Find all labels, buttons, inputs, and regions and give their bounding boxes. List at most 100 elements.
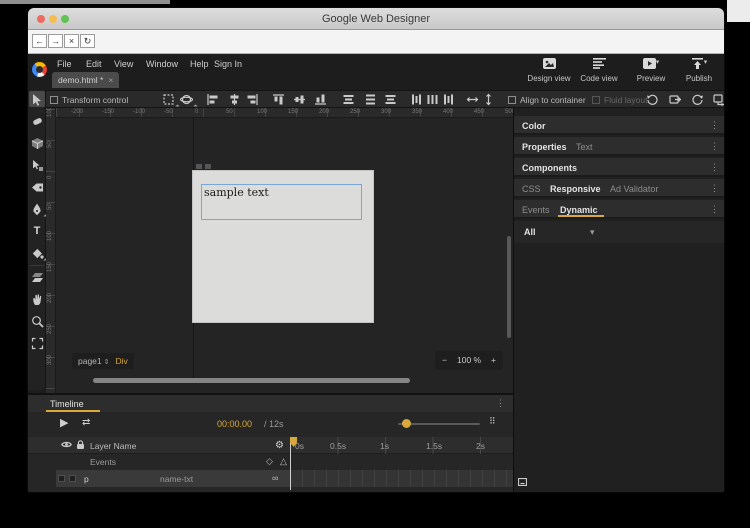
color-panel-header[interactable]: Color ⋮ <box>514 116 724 135</box>
breadcrumb[interactable]: page1⇕ Div <box>72 353 134 369</box>
menu-sign-in[interactable]: Sign In <box>214 59 242 69</box>
properties-panel-menu-icon[interactable]: ⋮ <box>710 141 719 152</box>
match-height-icon[interactable] <box>482 93 497 107</box>
paste-in-place-icon[interactable] <box>668 93 683 107</box>
3d-object-rotate-tool[interactable] <box>29 135 45 151</box>
loop-icon[interactable]: ⇄ <box>82 417 90 428</box>
align-bottom-edge-icon[interactable] <box>314 93 329 107</box>
tag-tool[interactable] <box>29 179 45 195</box>
tab-close-icon[interactable]: × <box>108 75 113 85</box>
playhead-line[interactable] <box>290 437 291 490</box>
color-panel-menu-icon[interactable]: ⋮ <box>710 120 719 131</box>
fullscreen-tool[interactable] <box>29 335 45 351</box>
text-tool[interactable]: T <box>29 223 45 239</box>
menu-edit[interactable]: Edit <box>86 59 102 69</box>
distribute-top-icon[interactable] <box>342 93 357 107</box>
horizontal-scrollbar[interactable] <box>93 378 410 383</box>
tab-responsive[interactable]: Responsive <box>550 184 601 194</box>
components-panel-menu-icon[interactable]: ⋮ <box>710 162 719 173</box>
distribute-left-icon[interactable] <box>410 93 425 107</box>
distribute-right-icon[interactable] <box>442 93 457 107</box>
tab-dynamic[interactable]: Dynamic <box>560 205 598 215</box>
tab-events[interactable]: Events <box>522 205 550 215</box>
event-trigger-icon[interactable]: △ <box>280 456 287 467</box>
filter-all-dropdown[interactable]: All <box>524 227 536 237</box>
lock-icon[interactable] <box>76 440 85 452</box>
timeline-zoom-knob[interactable] <box>402 419 411 428</box>
components-panel-header[interactable]: Components ⋮ <box>514 158 724 177</box>
gear-icon[interactable]: ⚙ <box>275 440 284 451</box>
timeline-menu-icon[interactable]: ⋮ <box>496 398 505 409</box>
free-transform-tool-icon[interactable] <box>162 93 177 107</box>
eye-icon[interactable] <box>61 440 72 451</box>
align-to-container-option[interactable]: Align to container <box>508 95 586 105</box>
group-elements-icon[interactable] <box>712 93 724 107</box>
menu-file[interactable]: File <box>57 59 72 69</box>
zoom-level[interactable]: 100 % <box>457 355 481 365</box>
align-top-edge-icon[interactable] <box>272 93 287 107</box>
transform-control-checkbox[interactable] <box>50 96 58 104</box>
hand-tool[interactable] <box>29 291 45 307</box>
layer-track-row[interactable]: p name-txt ∞ <box>56 470 513 487</box>
align-horizontal-center-icon[interactable] <box>228 93 243 107</box>
events-panel-menu-icon[interactable]: ⋮ <box>710 204 719 215</box>
align-vertical-center-icon[interactable] <box>293 93 308 107</box>
chevron-down-icon[interactable]: ▾ <box>590 227 595 238</box>
match-width-icon[interactable] <box>466 93 481 107</box>
rotate-ccw-icon[interactable] <box>646 93 661 107</box>
refresh-button[interactable]: ↻ <box>80 34 95 48</box>
zoom-out-button[interactable]: − <box>442 355 447 365</box>
css-panel-menu-icon[interactable]: ⋮ <box>710 183 719 194</box>
align-left-edge-icon[interactable] <box>206 93 221 107</box>
breadcrumb-element[interactable]: Div <box>116 356 128 366</box>
rotate-cw-icon[interactable] <box>691 93 706 107</box>
menu-window[interactable]: Window <box>146 59 178 69</box>
publish-button[interactable]: ▾ Publish <box>676 58 722 83</box>
3d-stage-rotate-tool[interactable] <box>29 113 45 129</box>
3d-stage-tool[interactable] <box>29 269 45 285</box>
preview-button[interactable]: ▾ Preview <box>628 58 674 83</box>
zoom-in-button[interactable]: + <box>491 355 496 365</box>
tab-ad-validator[interactable]: Ad Validator <box>610 184 658 194</box>
layer-lock-toggle[interactable] <box>69 475 76 482</box>
distribute-bottom-icon[interactable] <box>384 93 399 107</box>
stop-button[interactable]: × <box>64 34 79 48</box>
code-view-button[interactable]: Code view <box>576 58 622 83</box>
back-button[interactable]: ← <box>32 34 47 48</box>
artboard[interactable]: sample text <box>193 171 373 322</box>
properties-sub-tab[interactable]: Text <box>576 142 593 152</box>
menu-view[interactable]: View <box>114 59 133 69</box>
align-to-container-checkbox[interactable] <box>508 96 516 104</box>
play-button[interactable]: ▶ <box>60 416 68 429</box>
design-canvas[interactable]: 100 50 0 50 100 150 200 250 300 -200 -15… <box>46 108 513 393</box>
menu-help[interactable]: Help <box>190 59 209 69</box>
loop-animation-icon[interactable]: ∞ <box>272 473 278 483</box>
paint-bucket-tool[interactable] <box>29 245 45 261</box>
layer-visibility-toggle[interactable] <box>58 475 65 482</box>
page-selector-icon[interactable]: ⇕ <box>104 359 110 366</box>
zoom-tool[interactable] <box>29 313 45 329</box>
show-panel-icon[interactable] <box>518 478 527 488</box>
timeline-tab[interactable]: Timeline <box>50 399 84 409</box>
artboard-handle-icon[interactable] <box>205 164 211 169</box>
keyframe-diamond-icon[interactable]: ◇ <box>266 456 273 467</box>
breadcrumb-page[interactable]: page1 <box>78 356 102 366</box>
rotate-3d-tool-icon[interactable] <box>180 93 195 107</box>
pen-tool[interactable] <box>29 201 45 217</box>
tab-css[interactable]: CSS <box>522 184 541 194</box>
track-frames-grid[interactable] <box>290 470 513 487</box>
design-view-button[interactable]: Design view <box>526 58 572 83</box>
text-element-selection-box[interactable]: sample text <box>201 184 362 220</box>
vertical-scrollbar[interactable] <box>507 236 511 338</box>
artboard-handle-icon[interactable] <box>196 164 202 169</box>
align-right-edge-icon[interactable] <box>246 93 261 107</box>
transform-control-option[interactable]: Transform control <box>50 95 128 105</box>
document-tab[interactable]: demo.html *× <box>52 72 119 88</box>
forward-button[interactable]: → <box>48 34 63 48</box>
distribute-horizontal-center-icon[interactable] <box>426 93 441 107</box>
3d-object-translate-tool[interactable] <box>29 157 45 173</box>
properties-panel-header[interactable]: Properties Text ⋮ <box>514 137 724 156</box>
distribute-vertical-center-icon[interactable] <box>364 93 379 107</box>
selection-tool[interactable] <box>29 91 45 107</box>
text-element[interactable]: sample text <box>204 186 269 199</box>
